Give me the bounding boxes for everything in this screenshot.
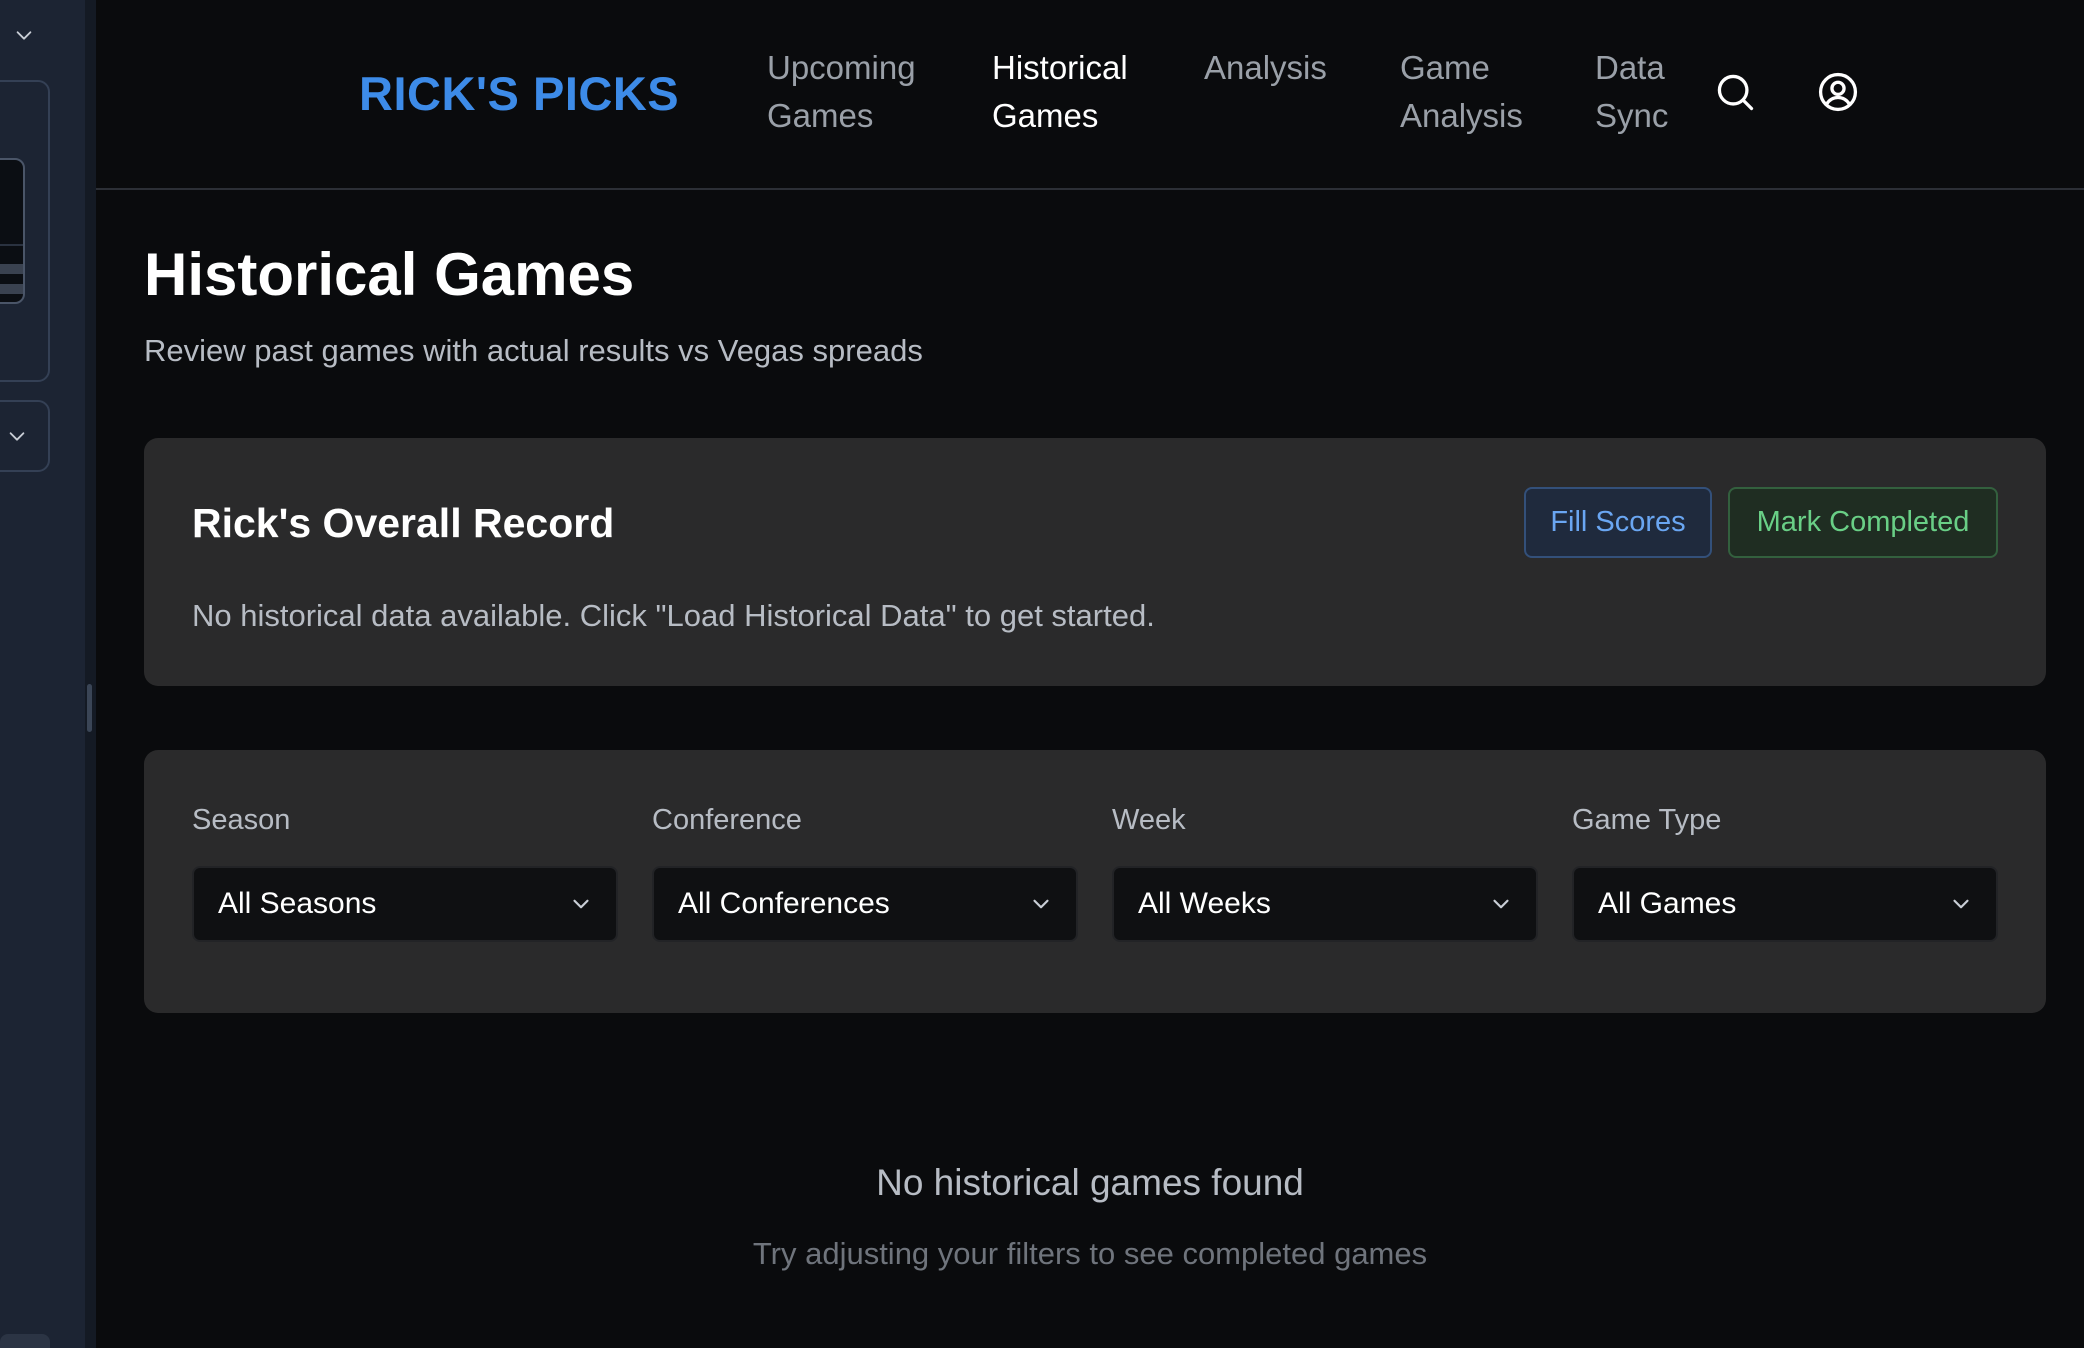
season-label: Season — [192, 804, 291, 836]
nav-label: Game — [1400, 49, 1490, 86]
chevron-down-icon[interactable] — [6, 425, 28, 447]
conference-value: All Conferences — [678, 887, 890, 920]
chevron-down-icon — [1948, 891, 1974, 917]
side-panel-button[interactable] — [0, 1334, 50, 1348]
nav-upcoming-games[interactable]: Upcoming Games — [767, 44, 916, 140]
nav-label: Games — [767, 97, 874, 134]
nav-game-analysis[interactable]: Game Analysis — [1400, 44, 1523, 140]
top-nav-bar: RICK'S PICKS Upcoming Games Historical G… — [96, 0, 2084, 190]
resize-handle[interactable] — [87, 684, 92, 732]
app-window: RICK'S PICKS Upcoming Games Historical G… — [0, 0, 2084, 1348]
nav-label: Upcoming — [767, 49, 916, 86]
mark-completed-button[interactable]: Mark Completed — [1728, 487, 1998, 558]
filters-card: Season All Seasons Conference All Confer… — [144, 750, 2046, 1013]
season-filter: Season All Seasons — [192, 800, 618, 942]
game-type-label: Game Type — [1572, 804, 1722, 836]
nav-label: Historical — [992, 49, 1128, 86]
season-value: All Seasons — [218, 887, 377, 920]
season-select[interactable]: All Seasons — [192, 866, 618, 942]
user-account-icon[interactable] — [1816, 70, 1860, 114]
side-panel — [0, 0, 85, 1348]
game-type-filter: Game Type All Games — [1572, 800, 1998, 942]
side-panel-preview[interactable] — [0, 158, 25, 304]
page-subtitle: Review past games with actual results vs… — [144, 333, 923, 368]
week-select[interactable]: All Weeks — [1112, 866, 1538, 942]
nav-label: Games — [992, 97, 1099, 134]
record-empty-message: No historical data available. Click "Loa… — [192, 598, 1155, 633]
week-filter: Week All Weeks — [1112, 800, 1538, 942]
conference-filter: Conference All Conferences — [652, 800, 1078, 942]
chevron-down-icon[interactable] — [13, 24, 35, 46]
nav-label: Data — [1595, 49, 1665, 86]
nav-label: Sync — [1595, 97, 1669, 134]
nav-data-sync[interactable]: Data Sync — [1595, 44, 1668, 140]
game-type-select[interactable]: All Games — [1572, 866, 1998, 942]
nav-label: Analysis — [1204, 49, 1327, 86]
week-value: All Weeks — [1138, 887, 1271, 920]
game-type-value: All Games — [1598, 887, 1737, 920]
empty-state-title: No historical games found — [876, 1162, 1304, 1203]
search-icon[interactable] — [1713, 70, 1757, 114]
conference-select[interactable]: All Conferences — [652, 866, 1078, 942]
chevron-down-icon — [1028, 891, 1054, 917]
week-label: Week — [1112, 804, 1186, 836]
conference-label: Conference — [652, 804, 802, 836]
nav-analysis[interactable]: Analysis — [1204, 44, 1327, 92]
brand-logo[interactable]: RICK'S PICKS — [359, 66, 679, 121]
panel-divider — [85, 0, 96, 1348]
nav-historical-games[interactable]: Historical Games — [992, 44, 1128, 140]
fill-scores-button[interactable]: Fill Scores — [1524, 487, 1712, 558]
record-title: Rick's Overall Record — [192, 500, 615, 546]
chevron-down-icon — [568, 891, 594, 917]
empty-state-subtitle: Try adjusting your filters to see comple… — [752, 1236, 1428, 1271]
overall-record-card: Rick's Overall Record Fill Scores Mark C… — [144, 438, 2046, 686]
page-title: Historical Games — [144, 241, 635, 308]
chevron-down-icon — [1488, 891, 1514, 917]
nav-label: Analysis — [1400, 97, 1523, 134]
